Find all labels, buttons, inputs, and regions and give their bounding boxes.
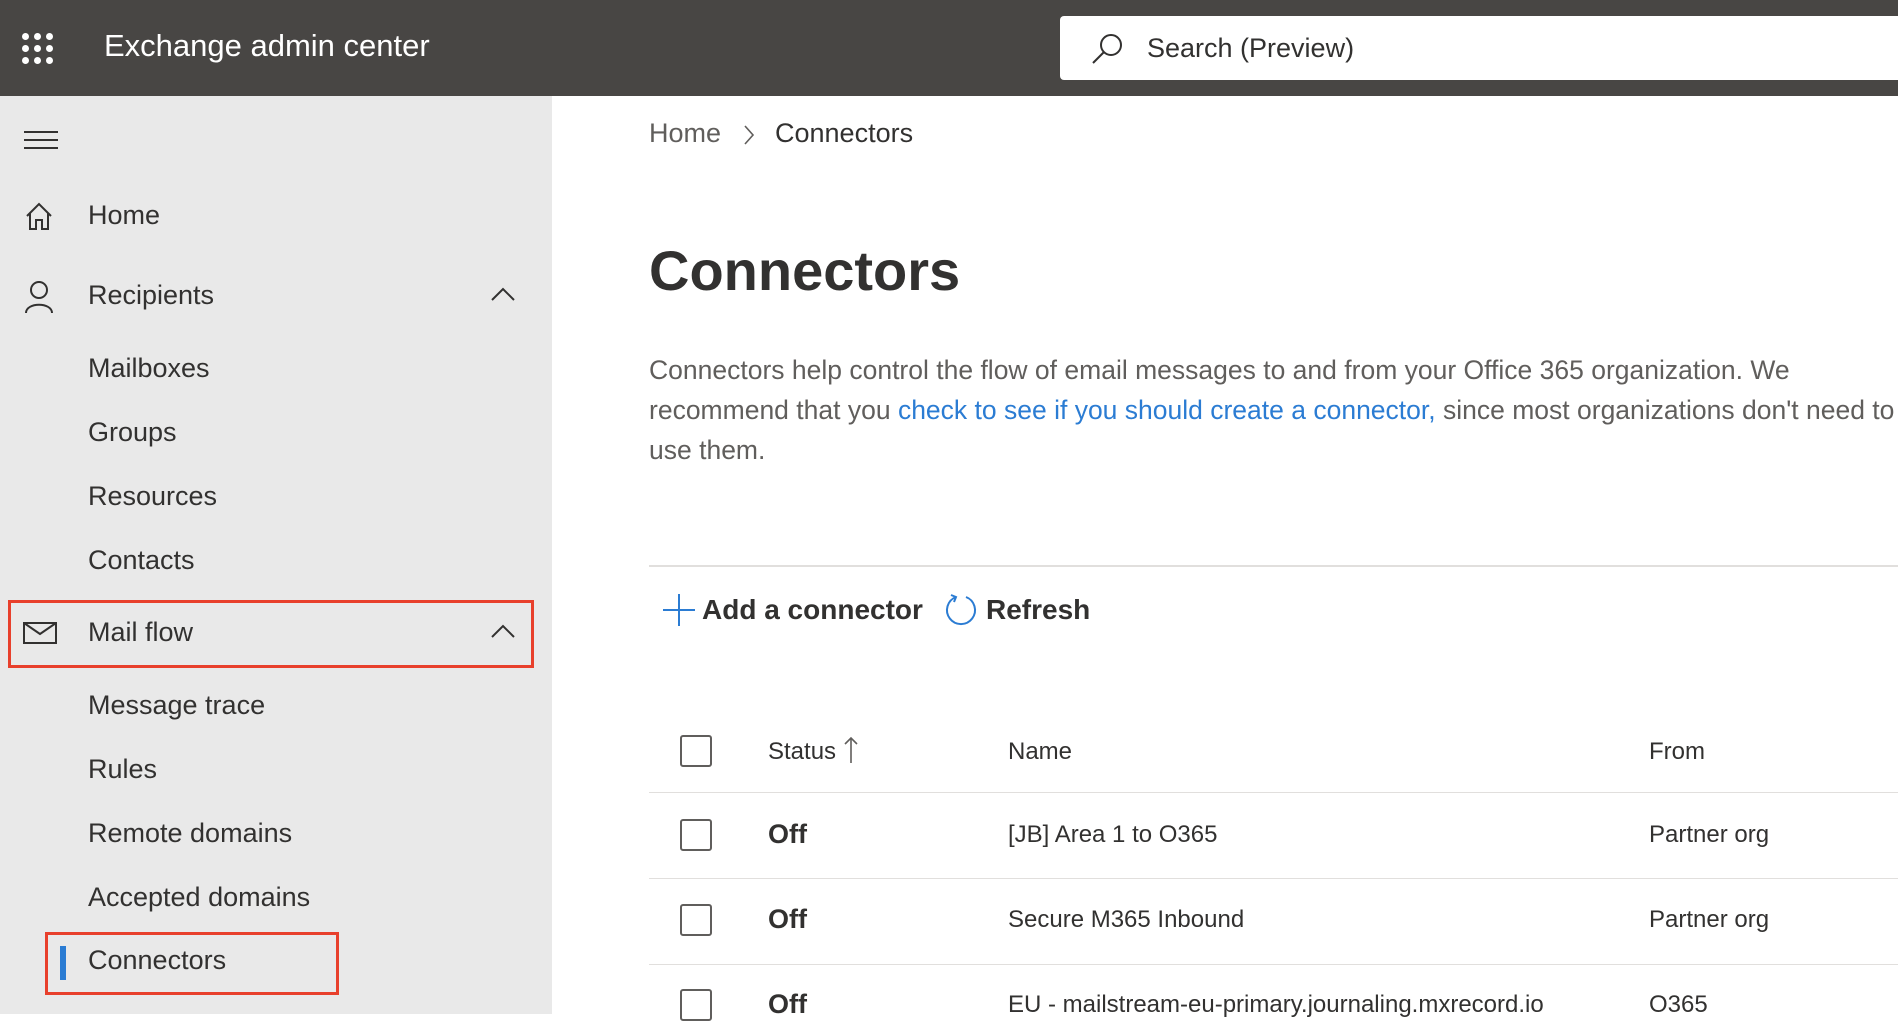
row-checkbox[interactable] <box>680 989 712 1021</box>
app-title: Exchange admin center <box>104 28 430 63</box>
app-launcher-icon[interactable] <box>22 33 54 65</box>
refresh-label: Refresh <box>986 594 1091 625</box>
search-placeholder: Search (Preview) <box>1147 33 1355 63</box>
main-content: Home Connectors Connectors Connectors he… <box>552 96 1898 1021</box>
plus-icon <box>663 594 695 626</box>
person-icon <box>25 281 53 314</box>
sidebar-item-remote-domains[interactable]: Remote domains <box>88 818 292 849</box>
breadcrumb-current: Connectors <box>775 118 914 148</box>
sidebar-item-groups[interactable]: Groups <box>88 417 177 448</box>
row-status: Off <box>768 904 807 934</box>
row-name[interactable]: EU - mailstream-eu-primary.journaling.mx… <box>1008 991 1544 1019</box>
sidebar-item-contacts[interactable]: Contacts <box>88 545 195 576</box>
divider <box>649 565 1898 567</box>
row-from: Partner org <box>1649 821 1770 848</box>
refresh-icon <box>946 594 976 625</box>
row-from: Partner org <box>1649 906 1770 933</box>
chevron-up-icon[interactable] <box>490 623 516 639</box>
column-header-name[interactable]: Name <box>1008 738 1072 766</box>
row-from: O365 <box>1649 991 1708 1018</box>
breadcrumb-home[interactable]: Home <box>649 118 721 149</box>
refresh-button[interactable]: Refresh <box>944 593 1090 627</box>
hamburger-menu-icon[interactable] <box>24 128 58 152</box>
row-status: Off <box>768 819 807 849</box>
top-bar: Exchange admin center Search (Preview) <box>0 0 1898 96</box>
sidebar-item-connectors[interactable]: Connectors <box>88 945 226 976</box>
search-input[interactable]: Search (Preview) <box>1060 16 1898 80</box>
page-title: Connectors <box>649 239 961 302</box>
sidebar-item-mail-flow[interactable]: Mail flow <box>88 617 193 648</box>
row-divider <box>649 964 1898 965</box>
row-checkbox[interactable] <box>680 904 712 936</box>
sidebar-item-resources[interactable]: Resources <box>88 481 217 512</box>
create-connector-help-link[interactable]: check to see if you should create a conn… <box>898 395 1436 425</box>
sidebar-item-message-trace[interactable]: Message trace <box>88 690 265 721</box>
sidebar-item-rules[interactable]: Rules <box>88 754 157 785</box>
row-status: Off <box>768 989 807 1019</box>
row-name[interactable]: [JB] Area 1 to O365 <box>1008 821 1217 849</box>
sidebar-item-mailboxes[interactable]: Mailboxes <box>88 353 210 384</box>
row-checkbox[interactable] <box>680 819 712 851</box>
row-divider <box>649 878 1898 879</box>
sidebar-item-accepted-domains[interactable]: Accepted domains <box>88 882 310 913</box>
page-description: Connectors help control the flow of emai… <box>649 350 1898 470</box>
home-icon <box>26 202 52 230</box>
sidebar-item-home[interactable]: Home <box>88 200 160 231</box>
chevron-right-icon <box>744 125 755 145</box>
chevron-up-icon[interactable] <box>490 286 516 302</box>
add-connector-label: Add a connector <box>702 594 923 625</box>
column-header-status[interactable]: Status <box>768 738 836 766</box>
active-indicator <box>60 946 66 980</box>
mail-icon <box>23 622 57 644</box>
column-header-from[interactable]: From <box>1649 738 1705 766</box>
add-connector-button[interactable]: Add a connector <box>662 593 923 627</box>
search-icon <box>1092 34 1122 64</box>
sidebar: Home Recipients Mailboxes Groups Resourc… <box>0 96 552 1014</box>
highlight-box-mail-flow <box>8 600 534 668</box>
sort-ascending-icon[interactable] <box>843 736 859 764</box>
select-all-checkbox[interactable] <box>680 735 712 767</box>
row-name[interactable]: Secure M365 Inbound <box>1008 906 1244 934</box>
header-divider <box>649 792 1898 793</box>
sidebar-item-recipients[interactable]: Recipients <box>88 280 214 311</box>
